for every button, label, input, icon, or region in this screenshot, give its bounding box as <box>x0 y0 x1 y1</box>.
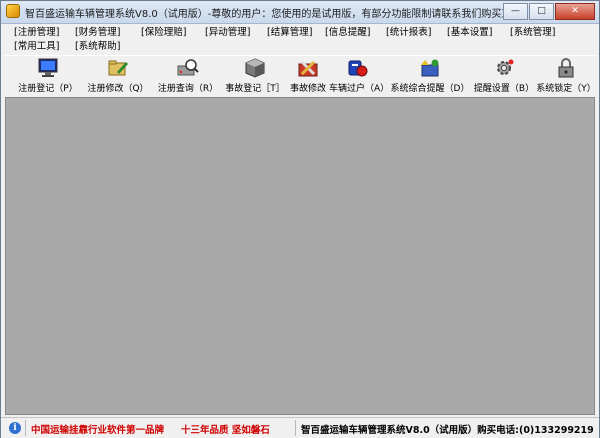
window-controls: — □ ✕ <box>503 3 595 20</box>
toolbar-register-button[interactable]: 注册登记（P） <box>13 56 83 96</box>
toolbar-query-register-button[interactable]: 注册查询（R） <box>153 56 223 96</box>
title-bar[interactable]: 智百盛运输车辆管理系统V8.0（试用版）-尊敬的用户：您使用的是试用版，有部分功… <box>1 1 599 24</box>
cube-icon <box>245 58 265 78</box>
transfer-icon <box>348 60 368 77</box>
window-title: 智百盛运输车辆管理系统V8.0（试用版）-尊敬的用户：您使用的是试用版，有部分功… <box>25 9 515 20</box>
toolbar-reminder-settings-label: 提醒设置（B） <box>473 84 535 94</box>
status-divider <box>295 420 296 436</box>
lock-icon <box>558 58 574 78</box>
search-drive-icon <box>177 59 199 76</box>
status-divider <box>25 420 26 436</box>
toolbar-accident-edit-button[interactable]: 事故修改 <box>287 56 329 96</box>
menu-change-management[interactable]: [异动管理] <box>205 26 250 39</box>
toolbar-comprehensive-reminder-label: 系统综合提醒（D） <box>390 84 470 94</box>
mdi-workspace[interactable] <box>5 97 595 415</box>
toolbar-accident-edit-label: 事故修改 <box>289 84 326 94</box>
toolbar-vehicle-transfer-label: 车辆过户（A） <box>329 84 390 94</box>
menu-insurance-claims[interactable]: [保险理赔] <box>141 26 186 39</box>
toolbar-query-register-label: 注册查询（R） <box>157 84 219 94</box>
toolbar-edit-register-label: 注册修改（Q） <box>87 84 149 94</box>
toolbar-register-label: 注册登记（P） <box>18 84 78 94</box>
menu-info-reminders[interactable]: [信息提醒] <box>325 26 370 39</box>
status-product-info: 智百盛运输车辆管理系统V8.0（试用版）购买电话:(0)13329921985 <box>301 425 593 436</box>
menu-statistics-reports[interactable]: [统计报表] <box>386 26 431 39</box>
menu-bar: [注册管理] [财务管理] [保险理赔] [异动管理] [结算管理] [信息提醒… <box>5 25 595 53</box>
menu-system-management[interactable]: [系统管理] <box>510 26 555 39</box>
info-icon: i <box>9 422 21 434</box>
status-slogan-brand: 中国运输挂靠行业软件第一品牌 <box>31 425 165 436</box>
toolbar-edit-register-button[interactable]: 注册修改（Q） <box>83 56 153 96</box>
toolbar-system-lock-label: 系统锁定（Y） <box>536 84 596 94</box>
toolbar-accident-register-label: 事故登记［T］ <box>225 84 285 94</box>
edit-folder-icon <box>108 60 128 76</box>
app-icon <box>6 4 20 18</box>
minimize-button[interactable]: — <box>503 3 528 20</box>
status-bar: i 中国运输挂靠行业软件第一品牌 十三年品质 坚如磐石 智百盛运输车辆管理系统V… <box>1 417 599 438</box>
close-button[interactable]: ✕ <box>555 3 595 20</box>
menu-system-help[interactable]: [系统帮助] <box>75 40 120 53</box>
toolbar: 注册登记（P） 注册修改（Q） 注册查询（R） 事故登记［T］ 事故修改 车辆过… <box>5 55 597 96</box>
menu-finance-management[interactable]: [财务管理] <box>75 26 120 39</box>
toolbar-comprehensive-reminder-button[interactable]: 系统综合提醒（D） <box>387 56 473 96</box>
alert-icon <box>421 59 439 77</box>
toolbar-system-lock-button[interactable]: 系统锁定（Y） <box>535 56 597 96</box>
tools-icon <box>298 60 318 77</box>
toolbar-accident-register-button[interactable]: 事故登记［T］ <box>223 56 287 96</box>
toolbar-vehicle-transfer-button[interactable]: 车辆过户（A） <box>329 56 390 96</box>
app-window: 智百盛运输车辆管理系统V8.0（试用版）-尊敬的用户：您使用的是试用版，有部分功… <box>0 0 600 438</box>
menu-register-management[interactable]: [注册管理] <box>14 26 59 39</box>
toolbar-reminder-settings-button[interactable]: 提醒设置（B） <box>473 56 535 96</box>
monitor-icon <box>38 58 58 77</box>
status-slogan-quality: 十三年品质 坚如磐石 <box>181 425 270 436</box>
gear-icon <box>497 59 514 75</box>
menu-basic-settings[interactable]: [基本设置] <box>447 26 492 39</box>
menu-settlement-management[interactable]: [结算管理] <box>267 26 312 39</box>
menu-common-tools[interactable]: [常用工具] <box>14 40 59 53</box>
maximize-button[interactable]: □ <box>529 3 554 20</box>
